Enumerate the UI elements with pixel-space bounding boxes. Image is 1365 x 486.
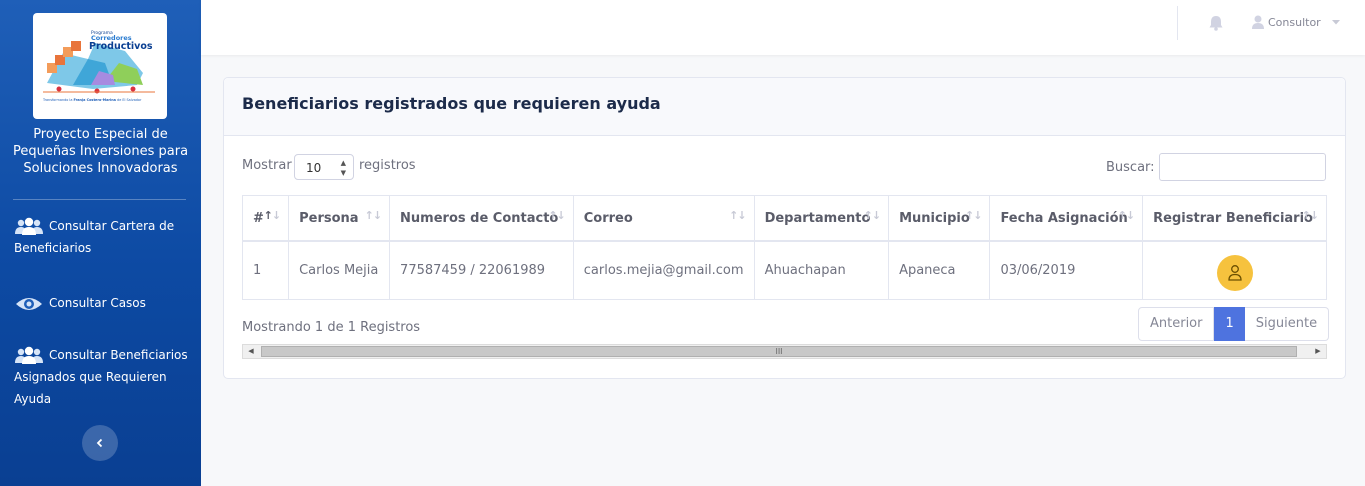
sidebar-item-cartera[interactable]: Consultar Cartera de Beneficiarios bbox=[14, 215, 194, 259]
cell-registrar bbox=[1142, 240, 1327, 300]
pagination: Anterior 1 Siguiente bbox=[1138, 307, 1330, 341]
scroll-left-icon[interactable]: ◀ bbox=[243, 345, 259, 358]
bell-icon bbox=[1209, 16, 1223, 31]
sort-icon: ↑↓ bbox=[364, 209, 382, 222]
page-length-value: 10 bbox=[306, 161, 322, 175]
user-icon bbox=[1252, 15, 1264, 29]
user-name: Consultor bbox=[1268, 15, 1321, 29]
project-name: Proyecto Especial de Pequeñas Inversione… bbox=[12, 127, 189, 176]
column-header-correo[interactable]: Correo ↑↓ bbox=[572, 195, 755, 242]
cell-correo: carlos.mejia@gmail.com bbox=[572, 240, 755, 300]
sidebar-item-casos[interactable]: Consultar Casos bbox=[14, 292, 194, 314]
chevron-left-icon bbox=[96, 438, 103, 448]
cell-departamento: Ahuachapan bbox=[753, 240, 890, 300]
next-page-button[interactable]: Siguiente bbox=[1244, 307, 1330, 341]
sort-asc-icon: ↑↓ bbox=[263, 209, 281, 222]
page-button-current[interactable]: 1 bbox=[1214, 307, 1245, 341]
topbar-divider bbox=[1177, 6, 1178, 40]
scrollbar-thumb[interactable]: III bbox=[261, 346, 1297, 357]
search-label: Buscar: bbox=[1106, 160, 1155, 175]
cell-num: 1 bbox=[241, 240, 290, 300]
sort-icon: ↑↓ bbox=[729, 209, 746, 222]
table-header-row: # ↑↓ Persona ↑↓ Numeros de Contacto ↑↓ Corr… bbox=[241, 195, 1327, 242]
sidebar-divider bbox=[13, 199, 186, 200]
card-title: Beneficiarios registrados que requieren … bbox=[242, 94, 661, 113]
beneficiaries-card: Beneficiarios registrados que requieren … bbox=[223, 77, 1346, 379]
column-header-municipio[interactable]: Municipio ↑↓ bbox=[888, 195, 991, 242]
cell-persona: Carlos Mejia bbox=[288, 240, 391, 300]
sort-icon: ↑↓ bbox=[1117, 209, 1135, 222]
table-row: 1 Carlos Mejia 77587459 / 22061989 carlo… bbox=[241, 240, 1327, 300]
users-icon bbox=[15, 217, 43, 235]
table-info: Mostrando 1 de 1 Registros bbox=[242, 320, 421, 335]
cell-contacto: 77587459 / 22061989 bbox=[389, 240, 574, 300]
horizontal-scrollbar[interactable]: ◀ III ▶ bbox=[242, 344, 1327, 359]
program-logo[interactable]: Programa Corredores Productivos Transfor… bbox=[33, 13, 167, 119]
sidebar-toggle-button[interactable] bbox=[82, 425, 118, 461]
column-header-fecha[interactable]: Fecha Asignación ↑↓ bbox=[989, 195, 1144, 242]
sidebar-item-label: Consultar Casos bbox=[49, 296, 146, 310]
logo-image: Programa Corredores Productivos Transfor… bbox=[42, 30, 155, 102]
notifications-button[interactable] bbox=[1209, 15, 1223, 35]
select-arrows-icon: ▲ ▼ bbox=[340, 159, 346, 177]
column-header-persona[interactable]: Persona ↑↓ bbox=[288, 195, 391, 242]
previous-page-button[interactable]: Anterior bbox=[1138, 307, 1215, 341]
sidebar-item-asignados[interactable]: Consultar Beneficiarios Asignados que Re… bbox=[14, 344, 194, 410]
svg-text:Productivos: Productivos bbox=[89, 41, 153, 52]
beneficiaries-table: # ↑↓ Persona ↑↓ Numeros de Contacto ↑↓ Corr… bbox=[241, 195, 1327, 300]
cell-municipio: Apaneca bbox=[888, 240, 991, 300]
sidebar: Programa Corredores Productivos Transfor… bbox=[0, 0, 201, 486]
card-header: Beneficiarios registrados que requieren … bbox=[224, 78, 1345, 136]
users-icon bbox=[15, 346, 43, 364]
topbar: Consultor bbox=[201, 0, 1365, 55]
user-menu[interactable]: Consultor bbox=[1252, 15, 1341, 29]
search-input[interactable] bbox=[1159, 153, 1326, 181]
sort-icon: ↑↓ bbox=[863, 209, 881, 222]
page-length-select[interactable]: 10 ▲ ▼ bbox=[294, 154, 354, 180]
user-icon bbox=[1227, 264, 1242, 281]
sort-icon: ↑↓ bbox=[548, 209, 565, 222]
column-header-num[interactable]: # ↑↓ bbox=[241, 195, 290, 242]
scroll-right-icon[interactable]: ▶ bbox=[1310, 345, 1326, 358]
cell-fecha: 03/06/2019 bbox=[989, 240, 1144, 300]
sort-icon: ↑↓ bbox=[1301, 209, 1319, 222]
caret-down-icon bbox=[1331, 20, 1340, 25]
svg-text:Transformando la Franja Coster: Transformando la Franja Costero-Marina d… bbox=[42, 98, 142, 102]
column-header-departamento[interactable]: Departamento ↑↓ bbox=[753, 195, 890, 242]
length-prefix: Mostrar bbox=[242, 158, 292, 173]
length-suffix: registros bbox=[359, 158, 416, 173]
sort-icon: ↑↓ bbox=[965, 209, 982, 222]
eye-icon bbox=[16, 297, 42, 310]
register-beneficiary-button[interactable] bbox=[1216, 254, 1253, 291]
column-header-registrar[interactable]: Registrar Beneficiario ↑↓ bbox=[1142, 195, 1327, 242]
column-header-contacto[interactable]: Numeros de Contacto ↑↓ bbox=[389, 195, 574, 242]
